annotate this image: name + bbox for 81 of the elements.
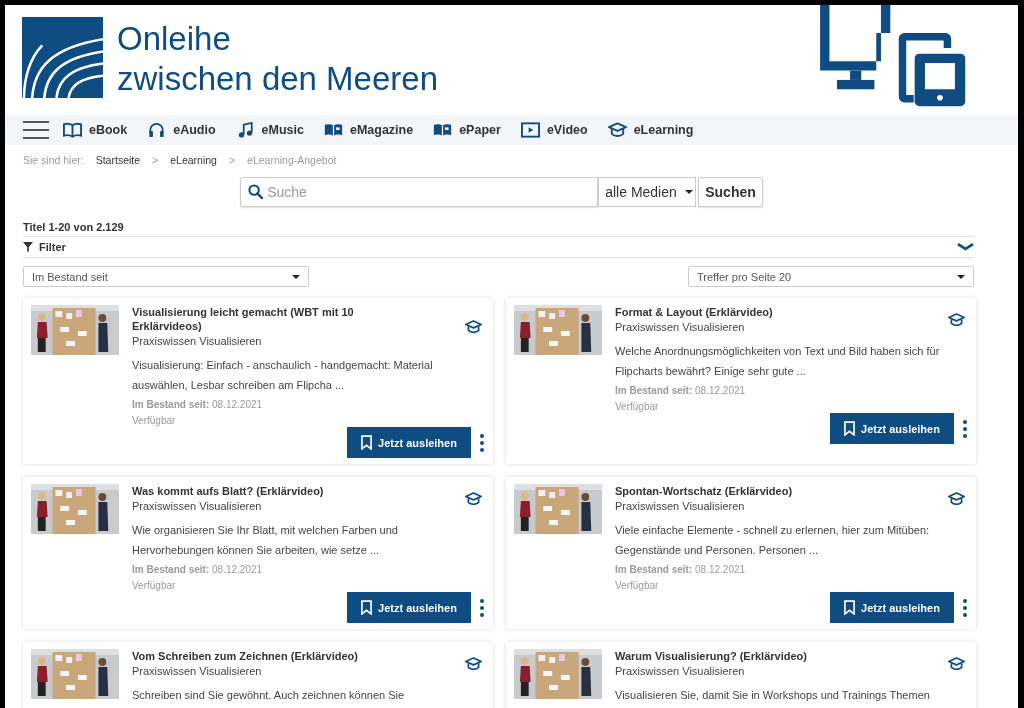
nav-link[interactable]: eBook	[63, 122, 128, 138]
borrow-button[interactable]: Jetzt ausleihen	[347, 427, 471, 458]
book-icon	[63, 122, 82, 138]
card-series: Praxiswissen Visualisieren	[132, 334, 263, 349]
bookmark-icon	[361, 600, 373, 615]
result-count: Titel 1-20 von 2.129	[23, 221, 125, 233]
magazine-icon	[433, 122, 453, 138]
more-options-button[interactable]	[479, 433, 485, 452]
breadcrumb-separator: >	[152, 154, 159, 166]
card-description: Visualisierung: Einfach - anschaulich - handgemacht: Material auswählen, Lesbar schreiben am Flipcha ...	[132, 358, 434, 393]
stock-date: 08.12.2021	[695, 564, 746, 575]
logo-title: Onleihe	[117, 19, 232, 59]
media-dropdown[interactable]: alle Medien	[598, 177, 697, 207]
stock-label: Im Bestand seit:	[132, 564, 210, 575]
stock-label: Im Bestand seit:	[615, 385, 693, 396]
availability-status: Verfügbar	[132, 580, 177, 591]
logo-icon	[22, 17, 103, 98]
card-description: Visualisieren Sie, damit Sie in Workshops und Trainings Themen	[615, 688, 931, 703]
card-series: Praxiswissen Visualisieren	[615, 499, 746, 514]
card-title[interactable]: Was kommt aufs Blatt? (Erklärvideo)	[132, 484, 382, 498]
card-title[interactable]: Warum Visualisierung? (Erklärvideo)	[615, 649, 865, 663]
breadcrumb-label: Sie sind hier:	[23, 154, 84, 166]
filter-toggle[interactable]: Filter	[23, 236, 974, 258]
headphones-icon	[147, 122, 167, 138]
nav-link[interactable]: eMusic	[235, 122, 304, 138]
stock-date: 08.12.2021	[212, 564, 263, 575]
borrow-button[interactable]: Jetzt ausleihen	[830, 413, 954, 444]
search-button[interactable]: Suchen	[698, 177, 763, 207]
borrow-button[interactable]: Jetzt ausleihen	[347, 592, 471, 623]
search-field[interactable]: Suche	[240, 177, 599, 207]
card-series: Praxiswissen Visualisieren	[615, 320, 746, 335]
sort-dropdown[interactable]: Im Bestand seit	[23, 266, 309, 287]
filter-icon	[23, 242, 33, 252]
card-description: Wie organisieren Sie Ihr Blatt, mit welchen Farben und Hervorhebungen können Sie arbeiten, wie setze ...	[132, 523, 399, 558]
magazine-icon	[323, 122, 343, 138]
stock-label: Im Bestand seit:	[132, 399, 210, 410]
nav-link[interactable]: eVideo	[520, 122, 588, 138]
bookmark-icon	[844, 421, 856, 436]
bookmark-icon	[844, 600, 856, 615]
more-options-button[interactable]	[962, 419, 968, 438]
card-title[interactable]: Format & Layout (Erklärvideo)	[615, 305, 865, 319]
stock-date: 08.12.2021	[212, 399, 263, 410]
nav-link[interactable]: eLearning	[607, 122, 694, 138]
graduation-cap-icon	[948, 313, 965, 327]
card-series: Praxiswissen Visualisieren	[615, 664, 746, 679]
nav-link[interactable]: eMagazine	[323, 122, 414, 138]
graduation-cap-icon	[948, 657, 965, 671]
more-options-button[interactable]	[479, 598, 485, 617]
bookmark-icon	[361, 435, 373, 450]
card-description: Welche Anordnungsmöglichkeiten von Text und Bild haben sich für Flipcharts bewährt? Einige sehr gute ...	[615, 344, 941, 379]
graduation-cap-icon	[948, 492, 965, 506]
logo-subtitle: zwischen den Meeren	[117, 59, 438, 99]
card-title[interactable]: Visualisierung leicht gemacht (WBT mit 10 Erklärvideos)	[132, 305, 382, 333]
card-description: Schreiben sind Sie gewöhnt. Auch zeichnen können Sie	[132, 688, 406, 703]
availability-status: Verfügbar	[615, 401, 660, 412]
card-series: Praxiswissen Visualisieren	[132, 664, 263, 679]
stock-date: 08.12.2021	[695, 385, 746, 396]
availability-status: Verfügbar	[615, 580, 660, 591]
breadcrumb-link[interactable]: Startseite	[95, 154, 141, 166]
menu-button[interactable]	[23, 121, 49, 139]
stock-label: Im Bestand seit:	[615, 564, 693, 575]
card-description: Viele einfache Elemente - schnell zu erlernen, hier zum Mitüben: Gegenstände und Personen. Personen ...	[615, 523, 931, 558]
graduation-cap-icon	[465, 657, 482, 671]
search-icon	[248, 184, 264, 199]
filter-label: Filter	[39, 241, 66, 253]
card-title[interactable]: Spontan-Wortschatz (Erklärvideo)	[615, 484, 865, 498]
breadcrumb-separator: >	[228, 154, 236, 166]
card-title[interactable]: Vom Schreiben zum Zeichnen (Erklärvideo)	[132, 649, 382, 663]
breadcrumb-link[interactable]: eLearning	[170, 154, 217, 166]
chevron-icon	[957, 243, 974, 251]
graduation-cap-icon	[465, 492, 482, 506]
borrow-button[interactable]: Jetzt ausleihen	[830, 592, 954, 623]
nav-link[interactable]: eAudio	[147, 122, 216, 138]
card-series: Praxiswissen Visualisieren	[132, 499, 263, 514]
graduation-cap-icon	[607, 122, 627, 138]
graduation-cap-icon	[465, 320, 482, 334]
more-options-button[interactable]	[962, 598, 968, 617]
availability-status: Verfügbar	[132, 415, 177, 426]
video-icon	[520, 122, 540, 138]
nav-link[interactable]: ePaper	[433, 122, 501, 138]
per-page-dropdown[interactable]: Treffer pro Seite 20	[688, 266, 974, 287]
